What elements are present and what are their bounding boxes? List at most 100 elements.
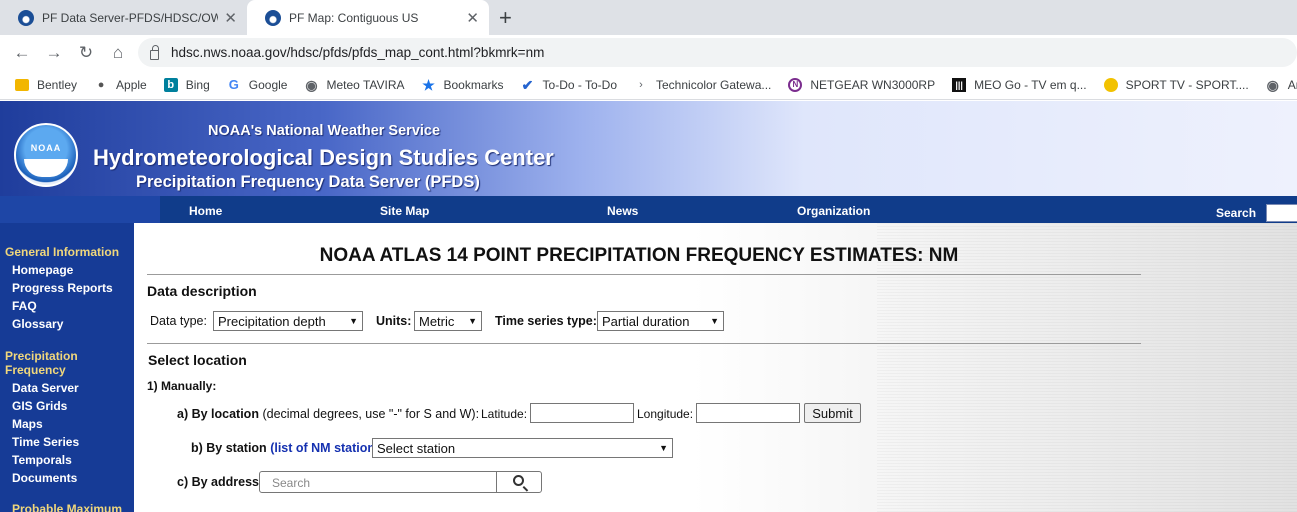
station-value: Select station [377,440,456,456]
sidebar-item-time-series[interactable]: Time Series [12,435,79,449]
banner-agency: NOAA's National Weather Service [208,123,441,139]
bookmark-arc[interactable]: ◉ Arc [1266,78,1297,92]
check-icon: ✔ [521,76,534,93]
sport-icon [1103,77,1118,92]
by-location-hint: (decimal degrees, use "-" for S and W): [262,407,480,421]
bookmark-sport-tv[interactable]: SPORT TV - SPORT.... [1103,77,1249,92]
bookmark-label: Bookmarks [443,77,504,92]
data-type-label: Data type: [150,314,207,328]
bookmark-todo[interactable]: ✔ To-Do - To-Do [521,78,617,92]
dropdown-arrow-icon: ▼ [659,443,668,453]
left-sidebar: General Information Homepage Progress Re… [0,223,134,512]
bookmarks-bar: Bentley ● Apple b Bing G Google ◉ Meteo … [0,70,1297,100]
address-search-input[interactable]: Search [259,471,497,493]
latitude-input[interactable] [530,403,634,423]
time-series-select[interactable]: Partial duration ▼ [597,311,724,331]
sidebar-item-homepage[interactable]: Homepage [12,263,73,277]
reload-icon[interactable]: ↻ [74,41,98,65]
browser-tab-pfds[interactable]: PF Data Server-PFDS/HDSC/OWP ✕ [0,0,247,35]
noaa-logo-icon[interactable]: NOAA [14,123,78,187]
sidebar-heading-pmp: Probable Maximum [12,502,123,512]
banner-center-title: Hydrometeorological Design Studies Cente… [93,145,554,170]
address-search-button[interactable] [496,471,542,493]
sidebar-item-documents[interactable]: Documents [12,471,77,485]
bookmark-label: SPORT TV - SPORT.... [1125,77,1249,92]
longitude-input[interactable] [696,403,800,423]
by-station-text: b) By station [191,441,267,455]
dropdown-arrow-icon: ▼ [468,316,477,326]
data-type-value: Precipitation depth [218,313,326,329]
search-icon [513,475,524,486]
submit-button[interactable]: Submit [804,403,861,423]
noaa-favicon-icon [18,9,34,26]
sidebar-heading-pf-1: Precipitation [5,349,78,363]
bookmark-meo-go[interactable]: ||| MEO Go - TV em q... [952,77,1087,92]
divider [147,274,1141,275]
noaa-favicon-icon [265,9,281,26]
globe-icon: ◉ [305,76,318,93]
browser-tab-pf-map[interactable]: PF Map: Contiguous US ✕ [247,0,489,35]
nav-news[interactable]: News [607,204,638,218]
sidebar-item-progress-reports[interactable]: Progress Reports [12,281,113,295]
data-description-heading: Data description [147,283,257,299]
meo-icon: ||| [952,77,967,92]
sidebar-item-gis-grids[interactable]: GIS Grids [12,399,67,413]
browser-tab-strip: PF Data Server-PFDS/HDSC/OWP ✕ PF Map: C… [0,0,1297,35]
nav-home[interactable]: Home [189,204,222,218]
sidebar-item-faq[interactable]: FAQ [12,299,37,313]
bookmark-netgear[interactable]: N NETGEAR WN3000RP [788,77,936,92]
bookmark-google[interactable]: G Google [227,76,288,92]
bookmark-bookmarks[interactable]: ★ Bookmarks [422,76,504,93]
dropdown-arrow-icon: ▼ [710,316,719,326]
logo-text: NOAA [30,143,62,153]
bookmark-meteo-tavira[interactable]: ◉ Meteo TAVIRA [304,78,404,92]
url-text: hdsc.nws.noaa.gov/hdsc/pfds/pfds_map_con… [171,45,545,60]
units-value: Metric [419,313,455,329]
site-banner: NOAA NOAA's National Weather Service Hyd… [0,101,1297,196]
nm-stations-link[interactable]: (list of NM stations) [270,441,386,455]
bookmark-label: Apple [116,77,147,92]
station-select[interactable]: Select station ▼ [372,438,673,458]
logo-wave [24,159,68,177]
by-station-label: b) By station (list of NM stations): [191,441,390,455]
bookmark-technicolor[interactable]: › Technicolor Gatewa... [634,78,771,92]
bookmark-label: Arc [1287,77,1297,92]
navbar-swoosh [0,196,160,223]
sidebar-heading-general: General Information [5,245,120,259]
data-type-select[interactable]: Precipitation depth ▼ [213,311,363,331]
tab-title: PF Data Server-PFDS/HDSC/OWP [42,10,219,25]
google-icon: G [228,76,239,92]
address-bar[interactable]: hdsc.nws.noaa.gov/hdsc/pfds/pfds_map_con… [138,38,1297,67]
bookmark-bing[interactable]: b Bing [163,77,210,92]
star-icon: ★ [422,76,435,93]
by-address-label: c) By address [177,475,259,489]
bookmark-label: MEO Go - TV em q... [974,77,1087,92]
site-search-input[interactable] [1266,204,1297,222]
sidebar-item-maps[interactable]: Maps [12,417,43,431]
new-tab-icon[interactable]: + [499,5,512,31]
nav-site-map[interactable]: Site Map [380,204,429,218]
bookmark-label: NETGEAR WN3000RP [810,77,936,92]
divider [147,343,1141,344]
folder-icon [15,78,29,91]
lock-icon [150,44,159,60]
sidebar-item-temporals[interactable]: Temporals [12,453,72,467]
forward-arrow-icon[interactable]: → [42,41,66,65]
back-arrow-icon[interactable]: ← [10,41,34,65]
banner-server-title: Precipitation Frequency Data Server (PFD… [136,173,480,191]
nav-organization[interactable]: Organization [797,204,870,218]
bookmark-bentley[interactable]: Bentley [15,78,77,92]
tab-close-icon[interactable]: ✕ [224,9,237,27]
bookmark-label: Bing [185,77,210,92]
sidebar-heading-pf-2: Frequency [5,363,66,377]
tab-close-icon[interactable]: ✕ [466,9,479,27]
home-icon[interactable]: ⌂ [106,41,130,65]
site-navbar: Home Site Map News Organization Search [0,196,1297,223]
time-series-label: Time series type: [495,314,597,328]
units-select[interactable]: Metric ▼ [414,311,482,331]
units-label: Units: [376,314,412,328]
sidebar-item-glossary[interactable]: Glossary [12,317,63,331]
bookmark-apple[interactable]: ● Apple [94,78,147,92]
sidebar-item-data-server[interactable]: Data Server [12,381,79,395]
by-location-label: a) By location (decimal degrees, use "-"… [177,407,479,421]
